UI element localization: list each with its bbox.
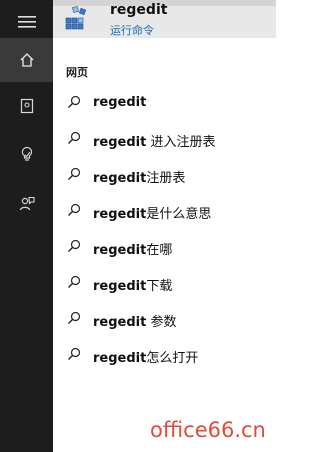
search-icon bbox=[68, 275, 81, 288]
home-icon bbox=[20, 53, 33, 67]
suggestion-text: regedit是什么意思 bbox=[93, 207, 212, 222]
search-icon bbox=[68, 347, 81, 360]
notebook-icon bbox=[20, 98, 33, 114]
rail-tips-button[interactable] bbox=[0, 132, 53, 176]
rail-notebook-button[interactable] bbox=[0, 84, 53, 128]
feedback-icon bbox=[19, 196, 35, 211]
web-suggestion-item[interactable]: regedit 进入注册表 bbox=[53, 124, 276, 154]
rail-home-button[interactable] bbox=[0, 38, 53, 82]
suggestion-text: regedit bbox=[93, 95, 147, 110]
suggestion-text: regedit怎么打开 bbox=[93, 351, 199, 366]
search-icon bbox=[68, 131, 81, 144]
best-match-subtitle: 运行命令 bbox=[110, 24, 154, 37]
search-icon bbox=[68, 203, 81, 216]
rail-feedback-button[interactable] bbox=[0, 182, 53, 226]
suggestion-text: regedit下载 bbox=[93, 279, 173, 294]
web-suggestion-item[interactable]: regedit下载 bbox=[53, 268, 276, 298]
search-icon bbox=[68, 167, 81, 180]
cortana-rail bbox=[0, 0, 53, 452]
search-icon bbox=[68, 311, 81, 324]
web-suggestion-item[interactable]: regedit在哪 bbox=[53, 232, 276, 262]
best-match-title[interactable]: regedit bbox=[110, 2, 167, 18]
web-suggestion-item[interactable]: regedit是什么意思 bbox=[53, 196, 276, 226]
suggestion-text: regedit 参数 bbox=[93, 315, 177, 330]
lightbulb-icon bbox=[21, 146, 32, 161]
web-suggestion-item[interactable]: regedit bbox=[53, 88, 276, 118]
web-suggestion-item[interactable]: regedit 参数 bbox=[53, 304, 276, 334]
web-suggestion-item[interactable]: regedit注册表 bbox=[53, 160, 276, 190]
web-suggestion-item[interactable]: regedit怎么打开 bbox=[53, 340, 276, 370]
regedit-app-icon bbox=[65, 6, 87, 30]
hamburger-menu-icon bbox=[17, 16, 36, 28]
suggestion-text: regedit在哪 bbox=[93, 243, 173, 258]
section-label-web: 网页 bbox=[66, 66, 88, 79]
search-icon bbox=[68, 95, 81, 108]
suggestion-text: regedit注册表 bbox=[93, 171, 186, 186]
search-icon bbox=[68, 239, 81, 252]
watermark: office66.cn bbox=[150, 418, 266, 442]
suggestion-text: regedit 进入注册表 bbox=[93, 135, 216, 150]
